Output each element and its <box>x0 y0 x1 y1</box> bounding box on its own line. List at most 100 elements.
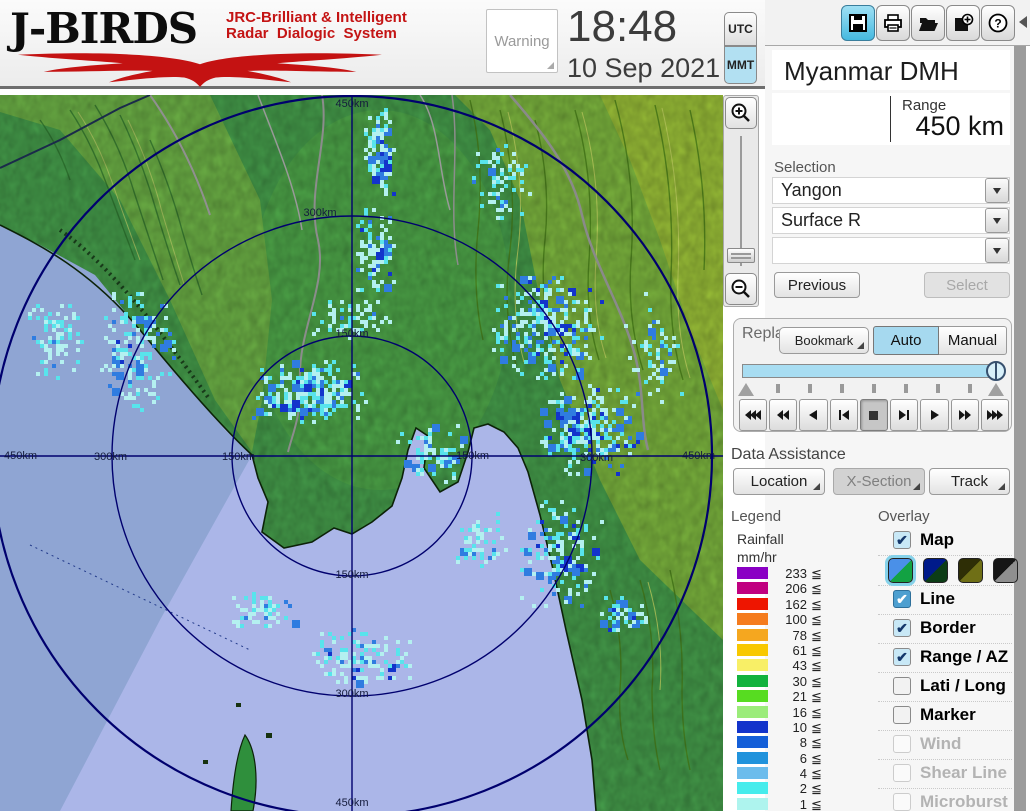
legend-value: 1 <box>799 796 807 811</box>
auto-button[interactable]: Auto <box>873 326 939 355</box>
save-icon <box>849 14 867 32</box>
legend-value: 8 <box>799 735 807 751</box>
previous-button[interactable]: Previous <box>774 272 860 298</box>
legend-row: 78 ≦ <box>737 628 827 643</box>
slider-start-marker[interactable] <box>738 383 754 396</box>
range-ring-label: 150km <box>456 450 490 462</box>
checkbox[interactable]: ✔ <box>893 648 911 666</box>
map-style-swatch-4[interactable] <box>993 558 1018 583</box>
help-button[interactable]: ? <box>981 5 1015 41</box>
step-back-button[interactable] <box>829 399 858 431</box>
range-divider <box>890 96 891 142</box>
legend-row: 21 ≦ <box>737 689 827 704</box>
checkbox[interactable] <box>893 735 911 753</box>
selection-dropdown-1[interactable]: Yangon <box>772 177 1010 204</box>
overlay-label: Overlay <box>878 508 930 525</box>
legend-value: 21 <box>792 689 807 705</box>
legend-lte-symbol: ≦ <box>811 750 822 766</box>
zoom-slider-handle[interactable] <box>727 248 755 263</box>
legend-lte-symbol: ≦ <box>811 719 822 735</box>
legend-swatch <box>737 782 768 795</box>
open-folder-button[interactable] <box>911 5 945 41</box>
play-back-icon <box>808 410 817 420</box>
overlay-item-label: Marker <box>920 705 976 724</box>
image-plus-icon <box>955 13 974 31</box>
rew3-icon <box>745 410 762 420</box>
x-section-button[interactable]: X-Section <box>833 468 925 495</box>
slider-end-marker[interactable] <box>988 383 1004 396</box>
legend-row: 4 ≦ <box>737 766 827 781</box>
legend-value: 2 <box>799 781 807 797</box>
legend-swatch <box>737 597 768 610</box>
mmt-button[interactable]: MMT <box>724 46 757 84</box>
overlay-item-range-az[interactable]: ✔ Range / AZ <box>878 644 1012 673</box>
checkbox[interactable]: ✔ <box>893 590 911 608</box>
checkbox[interactable]: ✔ <box>893 531 911 549</box>
range-ring-label: 450km <box>335 797 369 809</box>
play-back-button[interactable] <box>799 399 828 431</box>
zoom-out-button[interactable] <box>725 273 757 305</box>
save-button[interactable] <box>841 5 875 41</box>
range-ring-label: 450km <box>4 450 38 462</box>
jbirds-app: 450km 300km 150km 450km 300km 150km 150km 300km… <box>0 0 1030 811</box>
overlay-item-lati-long[interactable]: Lati / Long <box>878 673 1012 702</box>
checkbox[interactable] <box>893 706 911 724</box>
selection-dropdown-3[interactable] <box>772 237 1010 264</box>
overlay-item-marker[interactable]: Marker <box>878 702 1012 731</box>
utc-button[interactable]: UTC <box>724 12 757 46</box>
print-icon <box>884 14 902 32</box>
overlay-item-border[interactable]: ✔ Border <box>878 615 1012 644</box>
checkbox[interactable] <box>893 677 911 695</box>
export-image-button[interactable] <box>946 5 980 41</box>
overlay-item-map[interactable]: ✔ Map <box>878 527 1012 556</box>
legend-scale: 233 ≦ 206 ≦ 162 ≦ 100 ≦ 78 ≦ 61 ≦ 43 ≦ 30 ≦ 21 ≦ 16 ≦ 10 ≦ 8 ≦ 6… <box>737 566 827 811</box>
dropdown-arrow-button[interactable] <box>985 178 1009 203</box>
overlay-item-line[interactable]: ✔ Line <box>878 586 1012 615</box>
zoom-slider-track[interactable] <box>740 136 742 266</box>
zoom-out-icon <box>731 279 750 298</box>
legend-row: 100 ≦ <box>737 612 827 627</box>
legend-lte-symbol: ≦ <box>811 658 822 674</box>
bookmark-button[interactable]: Bookmark <box>779 327 869 354</box>
range-ring-label: 300km <box>580 452 614 464</box>
checkbox[interactable] <box>893 764 911 782</box>
replay-slider-handle[interactable] <box>986 361 1006 381</box>
checkbox[interactable] <box>893 793 911 811</box>
range-ring-label: 150km <box>222 451 256 463</box>
dropdown-arrow-button[interactable] <box>985 208 1009 233</box>
overlay-item-label: Map <box>920 530 954 549</box>
dropdown-arrow-button[interactable] <box>985 238 1009 263</box>
play-fwd-button[interactable] <box>920 399 949 431</box>
help-icon: ? <box>988 13 1008 33</box>
location-button[interactable]: Location <box>733 468 825 495</box>
warning-button[interactable]: Warning <box>486 9 558 73</box>
range-ring-label: 150km <box>335 328 369 340</box>
print-button[interactable] <box>876 5 910 41</box>
zoom-in-button[interactable] <box>725 97 757 129</box>
legend-swatch <box>737 797 768 810</box>
replay-slider-track[interactable] <box>742 361 1006 381</box>
overlay-item-wind[interactable]: Wind <box>878 731 1012 760</box>
track-button[interactable]: Track <box>929 468 1010 495</box>
collapse-arrow-icon[interactable] <box>1019 16 1027 28</box>
legend-row: 233 ≦ <box>737 566 827 581</box>
overlay-item-microburst[interactable]: Microburst <box>878 789 1012 811</box>
radar-map[interactable]: 450km 300km 150km 450km 300km 150km 150km 300km… <box>0 95 723 811</box>
fwd2-button[interactable] <box>950 399 979 431</box>
legend-value: 30 <box>792 673 807 689</box>
rew3-button[interactable] <box>739 399 768 431</box>
overlay-item-label: Lati / Long <box>920 676 1006 695</box>
map-style-swatch-2[interactable] <box>923 558 948 583</box>
manual-button[interactable]: Manual <box>939 326 1007 355</box>
fwd3-button[interactable] <box>980 399 1009 431</box>
select-button[interactable]: Select <box>924 272 1010 298</box>
overlay-item-shear-line[interactable]: Shear Line <box>878 760 1012 789</box>
map-style-swatch-3[interactable] <box>958 558 983 583</box>
step-fwd-button[interactable] <box>890 399 919 431</box>
map-style-swatch-1[interactable] <box>888 558 913 583</box>
checkbox[interactable]: ✔ <box>893 619 911 637</box>
legend-lte-symbol: ≦ <box>811 704 822 720</box>
stop-button[interactable] <box>859 399 889 431</box>
selection-dropdown-2[interactable]: Surface R <box>772 207 1010 234</box>
rew2-button[interactable] <box>769 399 798 431</box>
